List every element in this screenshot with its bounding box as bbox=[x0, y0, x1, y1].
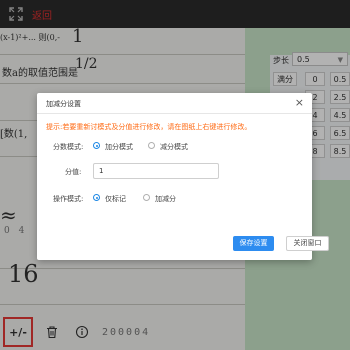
radio-add-mode-label[interactable]: 加分模式 bbox=[105, 142, 133, 152]
radio-add-subtract[interactable] bbox=[143, 194, 150, 201]
mode-label: 分数模式: bbox=[53, 143, 84, 151]
radio-subtract-mode-label[interactable]: 减分模式 bbox=[160, 142, 188, 152]
close-icon[interactable]: × bbox=[295, 96, 304, 109]
operation-label: 操作模式: bbox=[53, 195, 84, 203]
divider bbox=[37, 113, 312, 114]
radio-mark-only-label[interactable]: 仅标记 bbox=[105, 194, 126, 204]
tip-text: 提示:若要重新讨模式及分值进行修改，请在图纸上右键进行修改。 bbox=[46, 123, 252, 131]
radio-add-subtract-label[interactable]: 加减分 bbox=[155, 194, 176, 204]
score-value-input[interactable]: 1 bbox=[93, 163, 219, 179]
close-window-button[interactable]: 关闭窗口 bbox=[286, 236, 329, 251]
radio-subtract-mode[interactable] bbox=[148, 142, 155, 149]
score-settings-dialog: 加减分设置 × 提示:若要重新讨模式及分值进行修改，请在图纸上右键进行修改。 分… bbox=[37, 93, 329, 260]
radio-mark-only[interactable] bbox=[93, 194, 100, 201]
score-label: 分值: bbox=[65, 168, 82, 176]
dialog-title: 加减分设置 bbox=[46, 100, 81, 108]
radio-add-mode[interactable] bbox=[93, 142, 100, 149]
save-settings-button[interactable]: 保存设置 bbox=[233, 236, 274, 251]
